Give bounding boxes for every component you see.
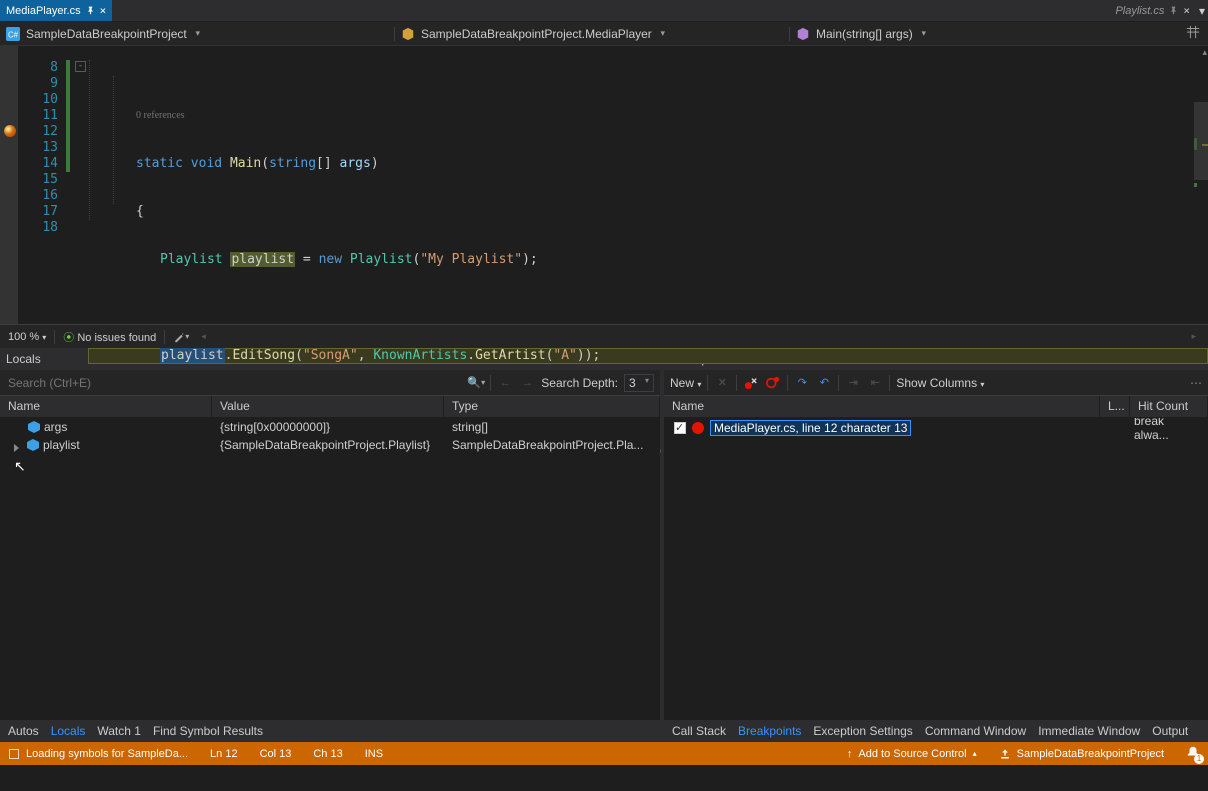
local-row[interactable]: args {string[0x00000000]} string[] [0,418,660,436]
codelens[interactable]: 0 references [88,110,1208,124]
tab-command-window[interactable]: Command Window [925,724,1026,738]
breakpoint-arrow-icon[interactable] [4,125,16,137]
status-char[interactable]: Ch 13 [313,748,342,760]
nav-forward-icon: → [519,375,535,391]
locals-grid[interactable]: args {string[0x00000000]} string[] playl… [0,418,660,720]
code-surface[interactable]: 0 references static void Main(string[] a… [88,46,1208,324]
tab-mediaplayer[interactable]: MediaPlayer.cs × [0,0,112,21]
breakpoint-row[interactable]: MediaPlayer.cs, line 12 character 13 bre… [664,418,1208,438]
close-icon[interactable]: × [100,5,107,16]
breakpoints-grid[interactable]: MediaPlayer.cs, line 12 character 13 bre… [664,418,1208,720]
csharp-project-icon: C# [6,27,20,41]
notifications-icon[interactable]: 1 [1186,745,1200,762]
nav-back-icon: ← [497,375,513,391]
tab-exception-settings[interactable]: Exception Settings [813,724,912,738]
tab-playlist[interactable]: Playlist.cs × [1109,0,1196,21]
tab-breakpoints[interactable]: Breakpoints [738,724,801,738]
zoom-combo[interactable]: 100 % ▾ [8,331,46,343]
class-icon [401,27,415,41]
project-combo[interactable]: C# SampleDataBreakpointProject ▾ [6,27,388,41]
breakpoint-margin[interactable] [0,46,18,324]
outlining-margin[interactable]: - [74,46,88,324]
line-numbers: 89101112131415161718 [18,46,66,324]
source-control-button[interactable]: ↑Add to Source Control▴ [847,748,977,760]
scroll-thumb[interactable] [1194,102,1208,180]
navigation-bar: C# SampleDataBreakpointProject ▾ SampleD… [0,22,1208,46]
cursor-icon: ↖ [14,458,26,475]
tab-output[interactable]: Output [1152,724,1188,738]
method-icon [796,27,810,41]
status-col[interactable]: Col 13 [260,748,292,760]
tab-label: MediaPlayer.cs [6,5,81,17]
breakpoints-tab-group: Call Stack Breakpoints Exception Setting… [664,720,1208,742]
tab-watch1[interactable]: Watch 1 [97,724,141,738]
loading-icon [8,748,20,760]
collapse-icon[interactable]: - [75,61,86,72]
tab-label: Playlist.cs [1115,5,1164,17]
member-combo[interactable]: Main(string[] args) ▾ [796,27,1178,41]
variable-icon [28,421,40,433]
chevron-down-icon: ▾ [193,28,203,39]
variable-icon [27,439,39,451]
scroll-overview[interactable]: ▴ [1194,46,1208,324]
tab-callstack[interactable]: Call Stack [672,724,726,738]
breakpoint-icon [692,422,704,434]
status-loading: Loading symbols for SampleDa... [8,748,188,760]
publish-icon [999,748,1011,760]
breakpoint-label[interactable]: MediaPlayer.cs, line 12 character 13 [710,420,911,436]
svg-text:C#: C# [8,30,19,39]
class-combo[interactable]: SampleDataBreakpointProject.MediaPlayer … [401,27,783,41]
panel-title: Locals [6,352,41,366]
locals-tab-group: Autos Locals Watch 1 Find Symbol Results [0,720,660,742]
expand-icon[interactable] [14,441,23,450]
status-ins[interactable]: INS [365,748,383,760]
tab-locals[interactable]: Locals [51,724,86,738]
checkbox[interactable] [674,422,686,434]
go-to-disasm-icon: ⇤ [867,375,883,391]
close-icon[interactable]: × [1183,5,1190,16]
document-tabs: MediaPlayer.cs × Playlist.cs × ▾ [0,0,1208,22]
status-line[interactable]: Ln 12 [210,748,238,760]
status-bar: Loading symbols for SampleDa... Ln 12 Co… [0,742,1208,765]
chevron-down-icon: ▾ [658,28,668,39]
scroll-up-icon[interactable]: ▴ [1202,47,1207,58]
publish-button[interactable]: SampleDataBreakpointProject [999,748,1164,760]
go-to-source-icon: ⇥ [845,375,861,391]
tab-find-symbol[interactable]: Find Symbol Results [153,724,263,738]
split-window-icon[interactable] [1184,25,1202,42]
tab-overflow-icon[interactable]: ▾ [1196,4,1208,18]
tab-autos[interactable]: Autos [8,724,39,738]
pin-icon[interactable] [1169,6,1178,15]
delete-icon: ✕ [714,375,730,391]
pin-icon[interactable] [86,6,95,15]
tab-immediate[interactable]: Immediate Window [1038,724,1140,738]
local-row[interactable]: playlist {SampleDataBreakpointProject.Pl… [0,436,660,454]
code-editor[interactable]: 89101112131415161718 - 0 references stat… [0,46,1208,324]
chevron-down-icon: ▾ [919,28,929,39]
